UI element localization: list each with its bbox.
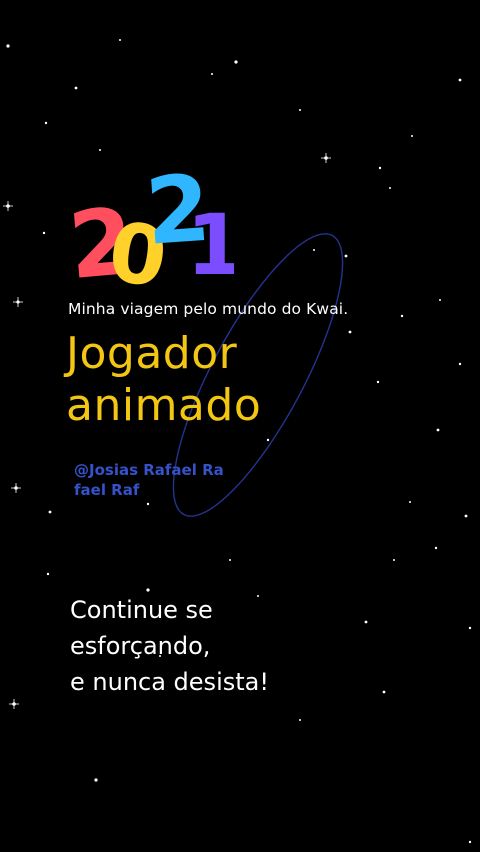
year-2021-logo: 2 0 2 1 2021 [64,150,234,290]
motivation-line-1: Continue se [70,596,213,624]
year-text: 2021 [64,150,105,154]
user-handle-line-1: @Josias Rafael Ra [74,461,224,479]
motivation-line-3: e nunca desista! [70,668,269,696]
user-handle-line-2: fael Raf [74,481,140,499]
motivation-line-2: esforçando, [70,632,211,660]
motivation-message: Continue se esforçando, e nunca desista! [70,592,269,700]
achievement-title: Jogador animado [66,328,261,432]
user-handle: @Josias Rafael Ra fael Raf [74,460,224,500]
journey-subtitle: Minha viagem pelo mundo do Kwai. [68,300,349,318]
svg-text:1: 1 [186,196,234,290]
achievement-title-line-1: Jogador [66,328,238,379]
achievement-title-line-2: animado [66,380,262,431]
